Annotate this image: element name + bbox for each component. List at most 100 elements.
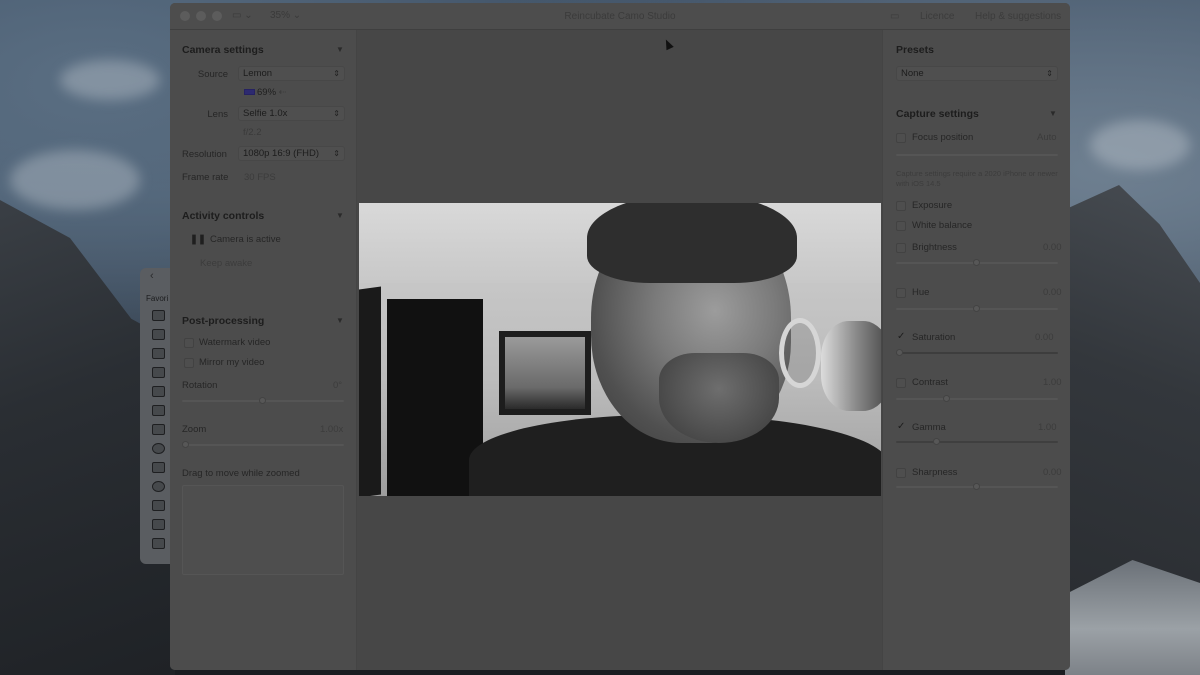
resolution-select[interactable]: 1080p 16:9 (FHD) ⇕ [238,146,345,161]
presets-heading: Presets [896,44,934,56]
back-arrow-icon[interactable]: ‹ [150,270,154,282]
title-bar: ▭ ⌄ 35% ⌄ Reincubate Camo Studio ▭ Licen… [170,3,1070,30]
frame-rate-label: Frame rate [182,172,229,183]
zoom-label: Zoom [182,424,207,435]
frame-rate-value: 30 FPS [244,172,276,183]
gamma-slider-track[interactable] [896,441,1058,443]
checkmark-icon: ✓ [897,331,906,342]
white-balance-label: White balance [912,220,973,231]
contrast-checkbox[interactable] [896,378,906,388]
exposure-label: Exposure [912,200,953,211]
right-settings-panel: Presets None ⇕ Capture settings ▼ Focus p… [882,30,1070,670]
brightness-slider-thumb[interactable] [973,259,980,266]
folder-icon[interactable] [152,538,165,549]
folder-icon[interactable] [152,405,165,416]
collapse-triangle-icon[interactable]: ▼ [336,316,344,325]
chevron-updown-icon: ⇕ [1046,69,1053,78]
beard [659,353,779,443]
folder-icon[interactable] [152,348,165,359]
airdrop-icon[interactable] [152,481,165,492]
aperture-value: f/2.2 [243,127,262,138]
favorites-label: Favori [146,294,169,303]
applications-icon[interactable] [152,500,165,511]
contrast-slider-thumb[interactable] [943,395,950,402]
microphone [821,321,881,411]
post-processing-heading: Post-processing [182,315,265,327]
focus-checkbox[interactable] [896,133,906,143]
brightness-checkbox[interactable] [896,243,906,253]
contrast-value: 1.00 [1043,377,1062,388]
cloud [10,150,140,210]
home-icon[interactable] [152,462,165,473]
presets-select[interactable]: None ⇕ [896,66,1058,81]
dropbox-icon[interactable] [152,329,165,340]
chevron-updown-icon: ⇕ [333,69,340,78]
mirror-label: Mirror my video [199,357,265,368]
sharpness-slider-thumb[interactable] [973,483,980,490]
saturation-value: 0.00 [1035,332,1054,343]
hue-slider-thumb[interactable] [973,305,980,312]
cloud [1090,120,1190,170]
capture-note: Capture settings require a 2020 iPhone o… [896,169,1058,188]
folder-icon[interactable] [152,424,165,435]
saturation-slider-thumb[interactable] [896,349,903,356]
pause-icon[interactable]: ❚❚ [190,234,206,245]
hue-checkbox[interactable] [896,288,906,298]
exposure-checkbox[interactable] [896,201,906,211]
left-settings-panel: Camera settings ▼ Source Lemon ⇕ 69% ⇠ Le… [170,30,357,670]
hue-value: 0.00 [1043,287,1062,298]
collapse-triangle-icon[interactable]: ▼ [336,211,344,220]
door-edge [359,286,381,496]
zoom-value: 1.00x [320,424,344,435]
camera-preview-image [359,203,881,496]
rotation-label: Rotation [182,380,218,391]
white-balance-checkbox[interactable] [896,221,906,231]
zoom-navigator-box[interactable] [182,485,344,575]
zoom-slider-thumb[interactable] [182,441,189,448]
collapse-triangle-icon[interactable]: ▼ [1049,109,1057,118]
camera-settings-heading: Camera settings [182,44,264,56]
documents-icon[interactable] [152,519,165,530]
help-suggestions-link[interactable]: Help & suggestions [975,11,1061,22]
camera-active-status: Camera is active [210,234,281,245]
chevron-updown-icon: ⇕ [333,109,340,118]
mirror-checkbox[interactable] [184,358,194,368]
downloads-icon[interactable] [152,443,165,454]
microphone-ring [779,318,821,388]
focus-value: Auto [1037,132,1057,143]
sharpness-label: Sharpness [912,467,958,478]
hue-label: Hue [912,287,930,298]
keep-awake-option[interactable]: Keep awake [200,258,252,269]
battery-icon [244,89,255,96]
zoom-slider-track[interactable] [182,444,344,446]
sharpness-value: 0.00 [1043,467,1062,478]
sharpness-checkbox[interactable] [896,468,906,478]
saturation-slider-track[interactable] [896,352,1058,354]
licence-link[interactable]: Licence [920,11,954,22]
resolution-label: Resolution [182,149,227,160]
hair [587,203,797,283]
watermark-label: Watermark video [199,337,271,348]
collapse-triangle-icon[interactable]: ▼ [336,45,344,54]
focus-slider-track[interactable] [896,154,1058,156]
folder-icon[interactable] [152,310,165,321]
brightness-value: 0.00 [1043,242,1062,253]
capture-settings-heading: Capture settings [896,108,979,120]
picture-frame [499,331,591,415]
rotation-value: 0° [333,380,343,391]
folder-icon[interactable] [152,386,165,397]
folder-icon[interactable] [152,367,165,378]
contrast-slider-track[interactable] [896,398,1058,400]
camera-icon[interactable]: ▭ [890,11,899,22]
source-label: Source [197,69,228,80]
source-select[interactable]: Lemon ⇕ [238,66,345,81]
checkmark-icon: ✓ [897,421,906,432]
watermark-checkbox[interactable] [184,338,194,348]
rotation-slider-thumb[interactable] [259,397,266,404]
saturation-label: Saturation [912,332,956,343]
lens-label: Lens [207,109,228,120]
drag-hint: Drag to move while zoomed [182,468,300,479]
chevron-updown-icon: ⇕ [333,149,340,158]
lens-select[interactable]: Selfie 1.0x ⇕ [238,106,345,121]
gamma-slider-thumb[interactable] [933,438,940,445]
